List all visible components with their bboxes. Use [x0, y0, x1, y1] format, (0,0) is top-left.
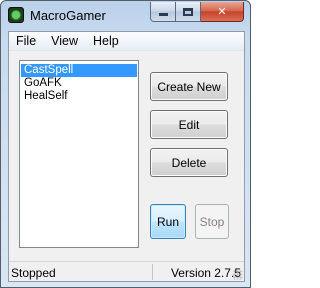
menu-bar: File View Help [9, 32, 244, 51]
maximize-icon [183, 7, 193, 16]
status-divider [152, 264, 153, 280]
version-text: Version 2.7.5 [170, 266, 241, 280]
list-item-healself[interactable]: HealSelf [21, 90, 137, 103]
menu-file[interactable]: File [9, 32, 44, 51]
delete-button[interactable]: Delete [150, 148, 228, 177]
client-area: File View Help CastSpell GoAFK HealSelf … [8, 31, 245, 282]
main-window: MacroGamer ✕ File View Help CastSpell Go… [0, 0, 251, 288]
run-button[interactable]: Run [150, 204, 186, 239]
status-text: Stopped [11, 266, 56, 280]
macro-listbox[interactable]: CastSpell GoAFK HealSelf [19, 60, 139, 248]
maximize-button[interactable] [176, 2, 201, 22]
resize-grip-icon[interactable] [233, 270, 243, 280]
close-icon: ✕ [217, 5, 227, 18]
title-bar[interactable]: MacroGamer ✕ [1, 1, 250, 31]
caption-buttons: ✕ [150, 2, 244, 22]
close-button[interactable]: ✕ [201, 2, 244, 22]
list-item-castspell[interactable]: CastSpell [21, 64, 137, 77]
minimize-button[interactable] [150, 2, 176, 22]
macrogamer-app-icon[interactable] [8, 7, 24, 23]
menu-view[interactable]: View [44, 32, 86, 51]
create-new-button[interactable]: Create New [150, 72, 228, 101]
edit-button[interactable]: Edit [150, 110, 228, 139]
status-bar: Stopped Version 2.7.5 [9, 261, 244, 281]
stop-button: Stop [195, 204, 229, 239]
minimize-icon [158, 13, 168, 16]
window-title: MacroGamer [30, 8, 106, 23]
menu-help[interactable]: Help [86, 32, 127, 51]
list-item-goafk[interactable]: GoAFK [21, 77, 137, 90]
